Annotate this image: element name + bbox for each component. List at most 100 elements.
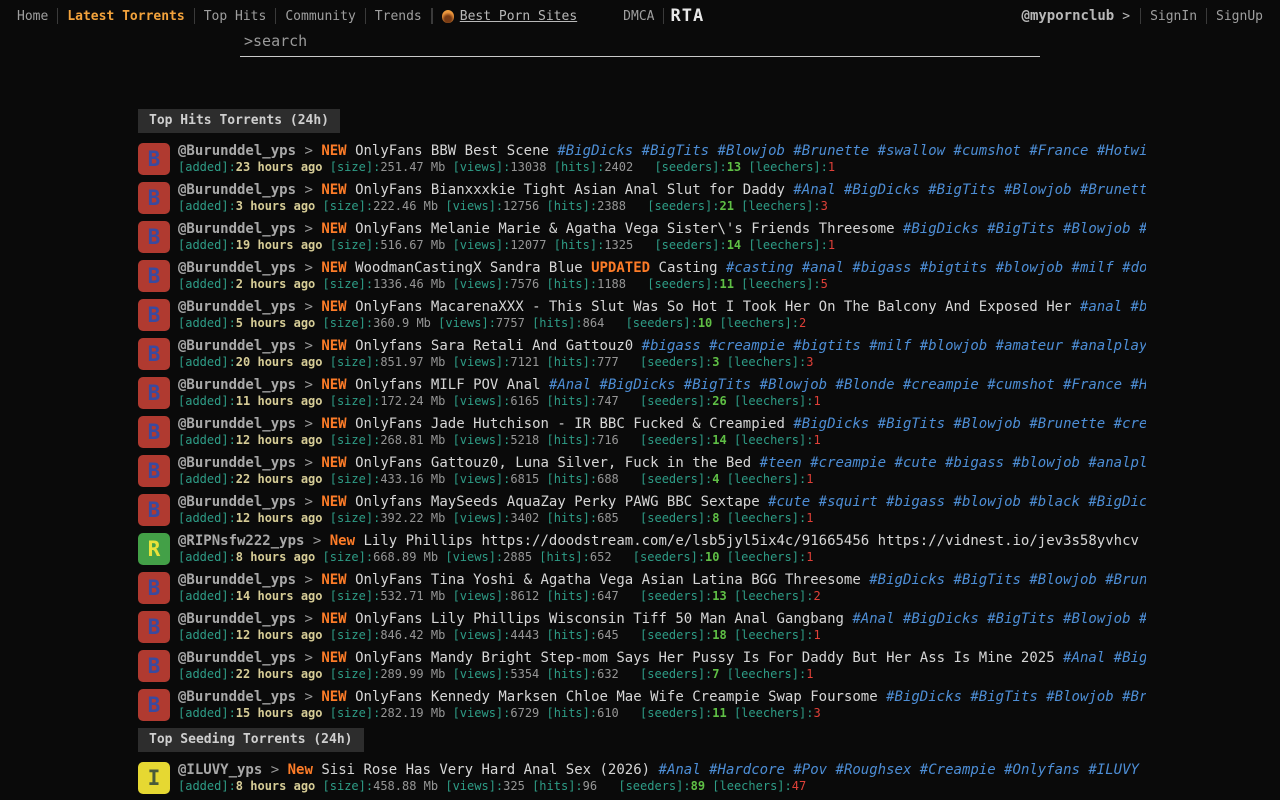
user-avatar[interactable]: B (138, 416, 170, 448)
torrent-tags[interactable]: #anal #bigass #interrac… (1080, 299, 1146, 315)
torrent-tags[interactable]: #BigDicks #BigTits #Blowjob #Brunette #s… (886, 689, 1146, 705)
uploader-link[interactable]: @Burunddel_yps (178, 494, 296, 510)
stat-views-value: 12077 (510, 238, 546, 252)
torrent-title[interactable]: OnlyFans Melanie Marie & Agatha Vega Sis… (355, 221, 894, 237)
nav-item-top-hits[interactable]: Top Hits (195, 9, 276, 24)
stat-added-value: 12 hours ago (236, 511, 323, 525)
uploader-link[interactable]: @Burunddel_yps (178, 611, 296, 627)
stat-added-label: [added]: (178, 355, 236, 369)
torrent-title[interactable]: OnlyFans Lily Phillips Wisconsin Tiff 50… (355, 611, 844, 627)
torrent-title[interactable]: OnlyFans Bianxxxkie Tight Asian Anal Slu… (355, 182, 785, 198)
user-avatar[interactable]: B (138, 572, 170, 604)
stat-hits-label: [hits]: (547, 511, 598, 525)
torrent-tags[interactable]: #BigDicks #BigTits #Blowjob #Brunette #s… (903, 221, 1146, 237)
user-avatar[interactable]: B (138, 182, 170, 214)
stat-hits-value: 864 (583, 316, 605, 330)
torrent-title[interactable]: OnlyFans MacarenaXXX - This Slut Was So … (355, 299, 1071, 315)
torrent-title[interactable]: Sisi Rose Has Very Hard Anal Sex (2026) (321, 762, 650, 778)
torrent-title[interactable]: OnlyFans Kennedy Marksen Chloe Mae Wife … (355, 689, 878, 705)
stat-leechers-value: 1 (828, 238, 835, 252)
stat-leechers-value: 1 (806, 550, 813, 564)
stat-added-value: 20 hours ago (236, 355, 323, 369)
torrent-title[interactable]: OnlyFans Gattouz0, Luna Silver, Fuck in … (355, 455, 751, 471)
nav-item-best-porn-sites[interactable]: Best Porn Sites (433, 9, 586, 24)
stat-leechers-label: [leechers]: (727, 550, 806, 564)
torrent-row: R@RIPNsfw222_yps > New Lily Phillips htt… (138, 533, 1146, 565)
stat-views-value: 6165 (510, 394, 539, 408)
uploader-link[interactable]: @Burunddel_yps (178, 182, 296, 198)
torrent-title-cont[interactable]: Casting (659, 260, 718, 276)
nav-item-community[interactable]: Community (276, 9, 364, 24)
user-avatar[interactable]: B (138, 377, 170, 409)
user-avatar[interactable]: B (138, 260, 170, 292)
user-avatar[interactable]: B (138, 689, 170, 721)
user-avatar[interactable]: B (138, 611, 170, 643)
stat-views-value: 7757 (496, 316, 525, 330)
stat-seeders-value: 14 (712, 433, 726, 447)
torrent-row-lines: @Burunddel_yps > NEW OnlyFans Gattouz0, … (178, 455, 1146, 487)
torrent-tags[interactable]: #BigDicks #BigTits #Blowjob #Brunette #c… (793, 416, 1146, 432)
uploader-link[interactable]: @Burunddel_yps (178, 572, 296, 588)
uploader-link[interactable]: @ILUVY_yps (178, 762, 262, 778)
rta-logo[interactable]: RTA (664, 6, 710, 26)
user-avatar[interactable]: I (138, 762, 170, 794)
user-avatar[interactable]: B (138, 650, 170, 682)
torrent-title[interactable]: Lily Phillips https://doodstream.com/e/l… (363, 533, 1146, 549)
uploader-link[interactable]: @RIPNsfw222_yps (178, 533, 304, 549)
torrent-tags[interactable]: #bigass #creampie #bigtits #milf #blowjo… (642, 338, 1146, 354)
user-avatar[interactable]: B (138, 221, 170, 253)
uploader-link[interactable]: @Burunddel_yps (178, 455, 296, 471)
torrent-tags[interactable]: #Anal #BigDicks #BigTits … (1063, 650, 1146, 666)
user-avatar[interactable]: B (138, 494, 170, 526)
new-badge: NEW (321, 611, 346, 627)
torrent-title[interactable]: OnlyFans Mandy Bright Step-mom Says Her … (355, 650, 1055, 666)
uploader-link[interactable]: @Burunddel_yps (178, 377, 296, 393)
torrent-tags[interactable]: #Anal #BigDicks #BigTits #Blowjob #Blond… (549, 377, 1146, 393)
stat-views-value: 4443 (510, 628, 539, 642)
nav-item-signup[interactable]: SignUp (1207, 9, 1272, 24)
nav-item-trends[interactable]: Trends (366, 9, 431, 24)
torrent-title-line: @Burunddel_yps > NEW OnlyFans MacarenaXX… (178, 299, 1146, 316)
user-avatar[interactable]: B (138, 455, 170, 487)
torrent-tags[interactable]: #teen #creampie #cute #bigass #blowjob #… (760, 455, 1146, 471)
user-avatar[interactable]: B (138, 299, 170, 331)
uploader-link[interactable]: @Burunddel_yps (178, 299, 296, 315)
nav-item-signin[interactable]: SignIn (1141, 9, 1206, 24)
stat-hits-value: 777 (597, 355, 619, 369)
user-avatar[interactable]: R (138, 533, 170, 565)
torrent-row: B@Burunddel_yps > NEW OnlyFans Gattouz0,… (138, 455, 1146, 487)
stat-leechers-value: 3 (813, 706, 820, 720)
stat-size-value: 1336.46 Mb (373, 277, 445, 291)
stat-views-label: [views]: (453, 433, 511, 447)
stat-added-label: [added]: (178, 160, 236, 174)
uploader-link[interactable]: @Burunddel_yps (178, 143, 296, 159)
uploader-link[interactable]: @Burunddel_yps (178, 221, 296, 237)
uploader-link[interactable]: @Burunddel_yps (178, 338, 296, 354)
torrent-title[interactable]: OnlyFans BBW Best Scene (355, 143, 549, 159)
torrent-title[interactable]: Onlyfans Sara Retali And Gattouz0 (355, 338, 633, 354)
uploader-link[interactable]: @Burunddel_yps (178, 260, 296, 276)
torrent-tags[interactable]: #Anal #Hardcore #Pov #Roughsex #Creampie… (659, 762, 1139, 778)
uploader-link[interactable]: @Burunddel_yps (178, 650, 296, 666)
torrent-tags[interactable]: #Anal #BigDicks #BigTits #Blowjob #Brune… (793, 182, 1146, 198)
account-name[interactable]: @mypornclub (1016, 8, 1121, 24)
user-avatar[interactable]: B (138, 143, 170, 175)
torrent-tags[interactable]: #cute #squirt #bigass #blowjob #black #B… (768, 494, 1146, 510)
search-input[interactable] (240, 30, 1040, 57)
torrent-title[interactable]: OnlyFans Tina Yoshi & Agatha Vega Asian … (355, 572, 861, 588)
nav-item-dmca[interactable]: DMCA (614, 9, 663, 24)
stat-leechers-label: [leechers]: (734, 706, 813, 720)
torrent-title[interactable]: Onlyfans MaySeeds AquaZay Perky PAWG BBC… (355, 494, 760, 510)
torrent-tags[interactable]: #Anal #BigDicks #BigTits #Blowjob #Brune… (852, 611, 1146, 627)
torrent-tags[interactable]: #casting #anal #bigass #bigtits #blowjob… (726, 260, 1146, 276)
torrent-title[interactable]: OnlyFans Jade Hutchison - IR BBC Fucked … (355, 416, 785, 432)
nav-item-home[interactable]: Home (8, 9, 57, 24)
torrent-tags[interactable]: #BigDicks #BigTits #Blowjob #Brunette #s… (869, 572, 1146, 588)
user-avatar[interactable]: B (138, 338, 170, 370)
torrent-title[interactable]: Onlyfans MILF POV Anal (355, 377, 540, 393)
uploader-link[interactable]: @Burunddel_yps (178, 689, 296, 705)
torrent-title[interactable]: WoodmanCastingX Sandra Blue (355, 260, 583, 276)
nav-item-latest-torrents[interactable]: Latest Torrents (58, 9, 193, 24)
uploader-link[interactable]: @Burunddel_yps (178, 416, 296, 432)
torrent-tags[interactable]: #BigDicks #BigTits #Blowjob #Brunette #s… (557, 143, 1146, 159)
